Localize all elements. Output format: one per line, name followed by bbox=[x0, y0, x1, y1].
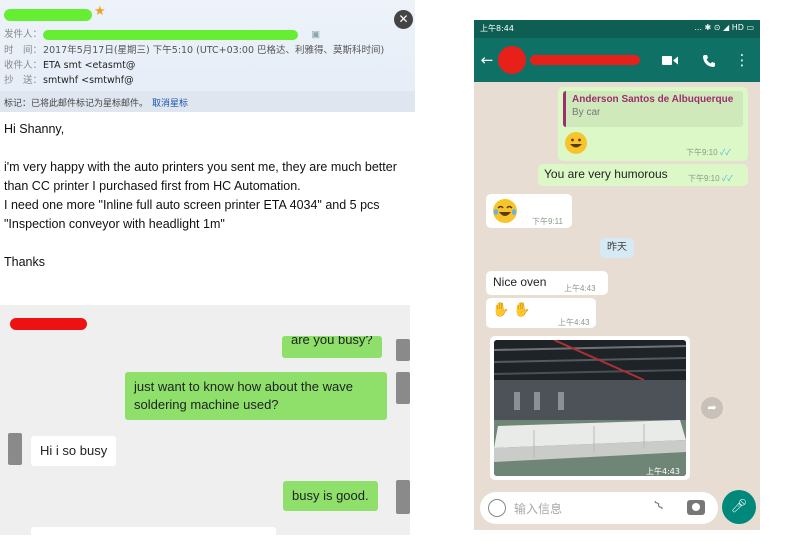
from-row: 发件人： ▣ bbox=[4, 26, 320, 40]
body-line: than CC printer I purchased first from H… bbox=[4, 179, 301, 193]
emoji-picker-icon[interactable] bbox=[488, 499, 506, 517]
star-icon[interactable]: ★ bbox=[94, 4, 106, 19]
date-label: 时 间： bbox=[4, 45, 43, 56]
message-time: 下午9:11 bbox=[532, 217, 563, 226]
message-bubble-incoming: ✋✋ 上午4:43 bbox=[486, 298, 596, 328]
date-value: 2017年5月17日(星期三) 下午5:10 (UTC+03:00 巴格达、利雅… bbox=[43, 45, 385, 56]
message-text: You are very humorous bbox=[544, 167, 668, 181]
email-body: Hi Shanny, i'm very happy with the auto … bbox=[4, 120, 414, 272]
unstar-link[interactable]: 取消星标 bbox=[152, 99, 188, 109]
mark-label: 标记： bbox=[4, 99, 32, 109]
message-time: 上午4:43 bbox=[564, 284, 596, 293]
attachment-clip-icon[interactable]: ⌇ bbox=[652, 498, 668, 515]
cc-label: 抄 送： bbox=[4, 75, 43, 86]
message-bubble-incoming: Nice oven 上午4:43 bbox=[486, 271, 608, 295]
microphone-icon[interactable]: 🎤︎ bbox=[722, 490, 756, 524]
contact-name-redacted[interactable] bbox=[530, 55, 640, 65]
email-header: ★ 发件人： ▣ 时 间： 2017年5月17日(星期三) 下午5:10 (UT… bbox=[0, 0, 415, 112]
message-input[interactable]: 输入信息 ⌇ bbox=[480, 492, 718, 524]
quote-author: Anderson Santos de Albuquerque bbox=[572, 94, 734, 105]
closing: Thanks bbox=[4, 255, 45, 269]
to-value[interactable]: ETA smt <etasmt@ bbox=[43, 60, 135, 71]
input-placeholder: 输入信息 bbox=[514, 502, 563, 516]
message-bubble-incoming: 下午9:11 bbox=[486, 194, 572, 228]
forward-icon[interactable]: ➦ bbox=[701, 397, 723, 419]
from-redacted bbox=[43, 29, 299, 40]
cc-value[interactable]: smtwhf <smtwhf@ bbox=[43, 75, 134, 86]
body-line: I need one more "Inline full auto screen… bbox=[4, 198, 380, 212]
quoted-message[interactable]: Anderson Santos de Albuquerque By car bbox=[563, 91, 743, 127]
close-icon[interactable]: ✕ bbox=[394, 10, 413, 29]
whatsapp-panel: 上午8:44 ... ✱ ⊙ ◢ HD ▭ ← ⋮ Anderson Santo… bbox=[474, 20, 760, 530]
chat-bubble-cutoff bbox=[31, 527, 276, 547]
avatar[interactable] bbox=[8, 433, 22, 465]
message-time: 上午4:43 bbox=[558, 318, 590, 327]
email-panel: ★ 发件人： ▣ 时 间： 2017年5月17日(星期三) 下午5:10 (UT… bbox=[0, 0, 415, 292]
avatar[interactable] bbox=[396, 339, 410, 361]
chat-bubble-sent: just want to know how about the wave sol… bbox=[125, 372, 387, 420]
chat-bubble-received: Hi i so busy bbox=[31, 436, 117, 466]
more-menu-icon[interactable]: ⋮ bbox=[732, 38, 752, 82]
factory-photo[interactable] bbox=[494, 340, 686, 476]
chat-bubble-partial: are you busy? bbox=[282, 336, 382, 358]
date-chip: 昨天 bbox=[600, 238, 634, 258]
read-ticks-icon: ✓✓ bbox=[719, 148, 731, 157]
subject-redacted bbox=[4, 6, 92, 21]
message-time: 下午9:10 ✓✓ bbox=[688, 174, 733, 183]
to-row: 收件人： ETA smt <etasmt@ bbox=[4, 57, 135, 71]
grinning-emoji-icon bbox=[565, 132, 587, 154]
back-arrow-icon[interactable]: ← bbox=[476, 38, 498, 82]
wechat-panel: are you busy? just want to know how abou… bbox=[0, 305, 410, 547]
mark-text: 已将此邮件标记为星标邮件。 bbox=[31, 99, 149, 109]
body-line: "Inspection conveyor with headlight 1m" bbox=[4, 217, 225, 231]
to-label: 收件人： bbox=[4, 60, 43, 71]
contact-card-icon[interactable]: ▣ bbox=[311, 29, 320, 40]
contact-avatar[interactable] bbox=[498, 46, 526, 74]
image-message[interactable]: 上午4:43 bbox=[490, 336, 690, 480]
greeting: Hi Shanny, bbox=[4, 122, 65, 136]
status-time: 上午8:44 bbox=[480, 24, 514, 33]
chat-bubble-sent: busy is good. bbox=[283, 481, 378, 511]
body-line: i'm very happy with the auto printers yo… bbox=[4, 160, 397, 174]
date-row: 时 间： 2017年5月17日(星期三) 下午5:10 (UTC+03:00 巴… bbox=[4, 42, 384, 56]
message-time: 上午4:43 bbox=[646, 467, 680, 476]
quote-text: By car bbox=[572, 107, 601, 118]
message-bubble-outgoing: You are very humorous 下午9:10 ✓✓ bbox=[538, 164, 748, 186]
read-ticks-icon: ✓✓ bbox=[721, 174, 733, 183]
message-text: Nice oven bbox=[493, 275, 547, 289]
camera-icon[interactable] bbox=[687, 500, 705, 515]
chat-title-redacted bbox=[10, 315, 87, 330]
message-time: 下午9:10 ✓✓ bbox=[686, 148, 731, 157]
phone-call-icon[interactable] bbox=[698, 38, 720, 82]
avatar[interactable] bbox=[396, 480, 410, 514]
tears-of-joy-emoji-icon bbox=[493, 199, 517, 223]
cc-row: 抄 送： smtwhf <smtwhf@ bbox=[4, 72, 134, 86]
chat-app-bar: ← ⋮ bbox=[474, 38, 760, 82]
avatar[interactable] bbox=[396, 372, 410, 404]
message-bubble-outgoing: Anderson Santos de Albuquerque By car 下午… bbox=[558, 87, 748, 161]
video-call-icon[interactable] bbox=[658, 38, 682, 82]
star-mark-bar: 标记：已将此邮件标记为星标邮件。 取消星标 bbox=[0, 91, 415, 112]
status-bar: 上午8:44 ... ✱ ⊙ ◢ HD ▭ bbox=[474, 20, 760, 38]
status-icons: ... ✱ ⊙ ◢ HD ▭ bbox=[694, 23, 754, 32]
clapping-hands-emoji-icon: ✋✋ bbox=[492, 301, 535, 317]
from-label: 发件人： bbox=[4, 29, 43, 40]
